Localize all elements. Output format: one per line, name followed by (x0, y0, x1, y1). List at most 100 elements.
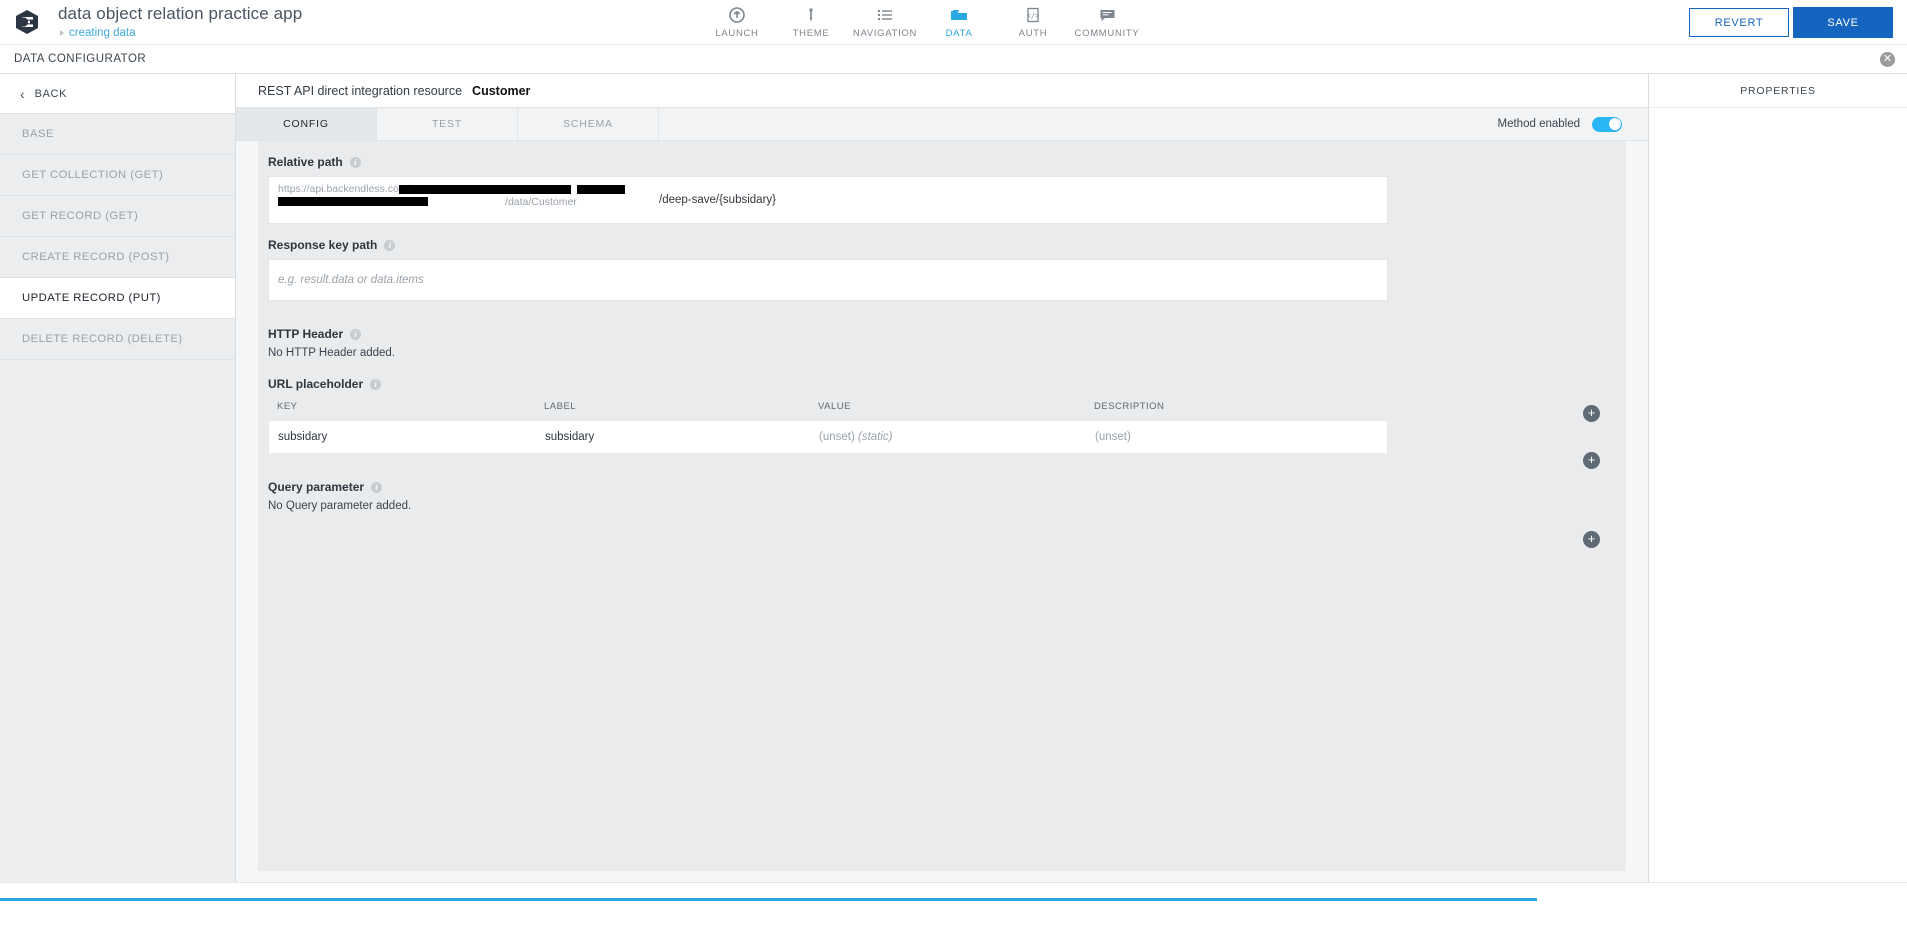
column-header-key: KEY (277, 401, 298, 412)
backendless-logo-icon[interactable] (12, 7, 42, 37)
caret-right-icon (60, 29, 64, 36)
sidebar-item-base[interactable]: BASE (0, 114, 235, 155)
brand-text: data object relation practice app creati… (58, 3, 303, 40)
code-document-icon: </> (1025, 7, 1041, 24)
http-header-empty-text: No HTTP Header added. (268, 347, 395, 359)
sidebar-item-get-collection[interactable]: GET COLLECTION (GET) (0, 155, 235, 196)
base-url-display: https://api.backendless.com/ XXXXXXXXXXX… (269, 177, 659, 223)
cell-label: subsidary (545, 431, 595, 443)
sidebar-item-create-record[interactable]: CREATE RECORD (POST) (0, 237, 235, 278)
cell-value-kind: (static) (858, 431, 893, 443)
add-url-placeholder-button[interactable]: + (1583, 452, 1600, 469)
resource-prefix: REST API direct integration resource (258, 83, 463, 98)
info-icon[interactable]: i (350, 328, 362, 340)
info-icon[interactable]: i (371, 481, 383, 493)
url-placeholder-label-text: URL placeholder (268, 377, 364, 391)
properties-title: PROPERTIES (1649, 74, 1907, 108)
nav-item-navigation[interactable]: NAVIGATION (848, 0, 922, 45)
query-parameter-empty-text: No Query parameter added. (268, 500, 412, 512)
cell-description: (unset) (1095, 431, 1131, 443)
sidebar-item-get-record[interactable]: GET RECORD (GET) (0, 196, 235, 237)
nav-item-data-label: DATA (945, 27, 973, 39)
response-key-path-label: Response key path i (258, 224, 1626, 252)
list-icon (877, 7, 893, 24)
redaction-bar-3 (278, 197, 428, 206)
nav-item-launch[interactable]: LAUNCH (700, 0, 774, 45)
tab-schema-label: SCHEMA (563, 118, 613, 130)
sidebar-item-label: GET COLLECTION (GET) (22, 169, 164, 181)
column-header-value: VALUE (818, 401, 851, 412)
query-parameter-label-text: Query parameter (268, 480, 365, 494)
base-url-prefix: https://api.backendless.com/ (278, 183, 411, 195)
nav-item-navigation-label: NAVIGATION (852, 27, 918, 39)
info-icon[interactable]: i (384, 239, 396, 251)
resource-header: REST API direct integration resource Cus… (236, 74, 1648, 108)
url-placeholder-table: KEY LABEL VALUE DESCRIPTION subsidary su… (268, 401, 1388, 454)
info-icon[interactable]: i (349, 156, 361, 168)
base-url-suffix: /data/Customer (505, 196, 577, 208)
info-icon[interactable]: i (370, 378, 382, 390)
tab-row-spacer: Method enabled (659, 108, 1648, 140)
column-header-label: LABEL (544, 401, 577, 412)
nav-item-data[interactable]: DATA (922, 0, 996, 45)
nav-item-auth[interactable]: </> AUTH (996, 0, 1070, 45)
config-body: Relative path i https://api.backendless.… (258, 141, 1626, 871)
bottom-bar (0, 882, 1907, 927)
url-placeholder-label: URL placeholder i (258, 359, 1626, 391)
relative-path-label: Relative path i (258, 141, 1626, 169)
sidebar-item-label: DELETE RECORD (DELETE) (22, 333, 183, 345)
response-key-path-field[interactable]: e.g. result.data or data.items (268, 259, 1388, 301)
tab-schema[interactable]: SCHEMA (518, 108, 659, 140)
app-breadcrumb[interactable]: creating data (58, 27, 302, 40)
relative-path-input[interactable]: /deep-save/{subsidary} (659, 177, 1387, 223)
column-header-description: DESCRIPTION (1094, 401, 1165, 412)
sidebar: ‹ BACK BASE GET COLLECTION (GET) GET REC… (0, 74, 236, 882)
resource-name: Customer (472, 83, 531, 98)
nav-item-community-label: COMMUNITY (1074, 27, 1140, 39)
brand: data object relation practice app creati… (0, 3, 303, 40)
sidebar-item-label: BASE (22, 128, 54, 140)
back-button-label: BACK (34, 87, 68, 100)
redaction-bar-2 (577, 185, 625, 194)
cell-value: (unset) (static) (819, 431, 1095, 443)
method-enabled-label: Method enabled (1497, 118, 1580, 130)
relative-path-value: /deep-save/{subsidary} (659, 194, 776, 206)
app-breadcrumb-label: creating data (69, 26, 136, 39)
top-actions: REVERT SAVE (1689, 0, 1893, 45)
main-nav: LAUNCH THEME NAVIGATION DATA </> AUTH CO… (700, 0, 1144, 45)
add-http-header-button[interactable]: + (1583, 405, 1600, 422)
properties-panel: PROPERTIES (1648, 74, 1907, 882)
nav-item-community[interactable]: COMMUNITY (1070, 0, 1144, 45)
nav-item-launch-label: LAUNCH (715, 27, 759, 39)
nav-item-theme-label: THEME (792, 27, 830, 39)
sidebar-item-delete-record[interactable]: DELETE RECORD (DELETE) (0, 319, 235, 360)
response-key-path-label-text: Response key path (268, 238, 378, 252)
tab-test[interactable]: TEST (377, 108, 518, 140)
close-icon[interactable]: ✕ (1880, 52, 1895, 67)
sidebar-item-label: GET RECORD (GET) (22, 210, 139, 222)
revert-button[interactable]: REVERT (1689, 8, 1789, 37)
redaction-bar-1 (399, 185, 571, 194)
svg-text:</>: </> (1027, 12, 1040, 20)
table-row[interactable]: subsidary subsidary (unset) (static) (un… (268, 420, 1388, 454)
method-enabled-toggle[interactable]: Method enabled (1497, 116, 1622, 132)
nav-item-theme[interactable]: THEME (774, 0, 848, 45)
switch-knob (1608, 118, 1621, 130)
app-title: data object relation practice app (58, 3, 303, 23)
http-header-label: HTTP Header i (258, 301, 1626, 341)
back-button[interactable]: ‹ BACK (0, 74, 235, 114)
eyedropper-icon (803, 7, 819, 24)
tab-config[interactable]: CONFIG (236, 108, 377, 140)
chevron-left-icon: ‹ (20, 85, 25, 102)
tab-config-label: CONFIG (283, 118, 329, 130)
configurator-bar: DATA CONFIGURATOR ✕ (0, 45, 1907, 74)
response-key-path-placeholder: e.g. result.data or data.items (278, 274, 424, 286)
add-query-parameter-button[interactable]: + (1583, 531, 1600, 548)
relative-path-field[interactable]: https://api.backendless.com/ XXXXXXXXXXX… (268, 176, 1388, 224)
http-header-label-text: HTTP Header (268, 327, 344, 341)
folder-icon (950, 7, 968, 24)
save-button[interactable]: SAVE (1793, 7, 1893, 38)
method-enabled-switch[interactable] (1592, 116, 1622, 132)
sidebar-item-update-record[interactable]: UPDATE RECORD (PUT) (0, 278, 235, 319)
nav-item-auth-label: AUTH (1018, 27, 1048, 39)
